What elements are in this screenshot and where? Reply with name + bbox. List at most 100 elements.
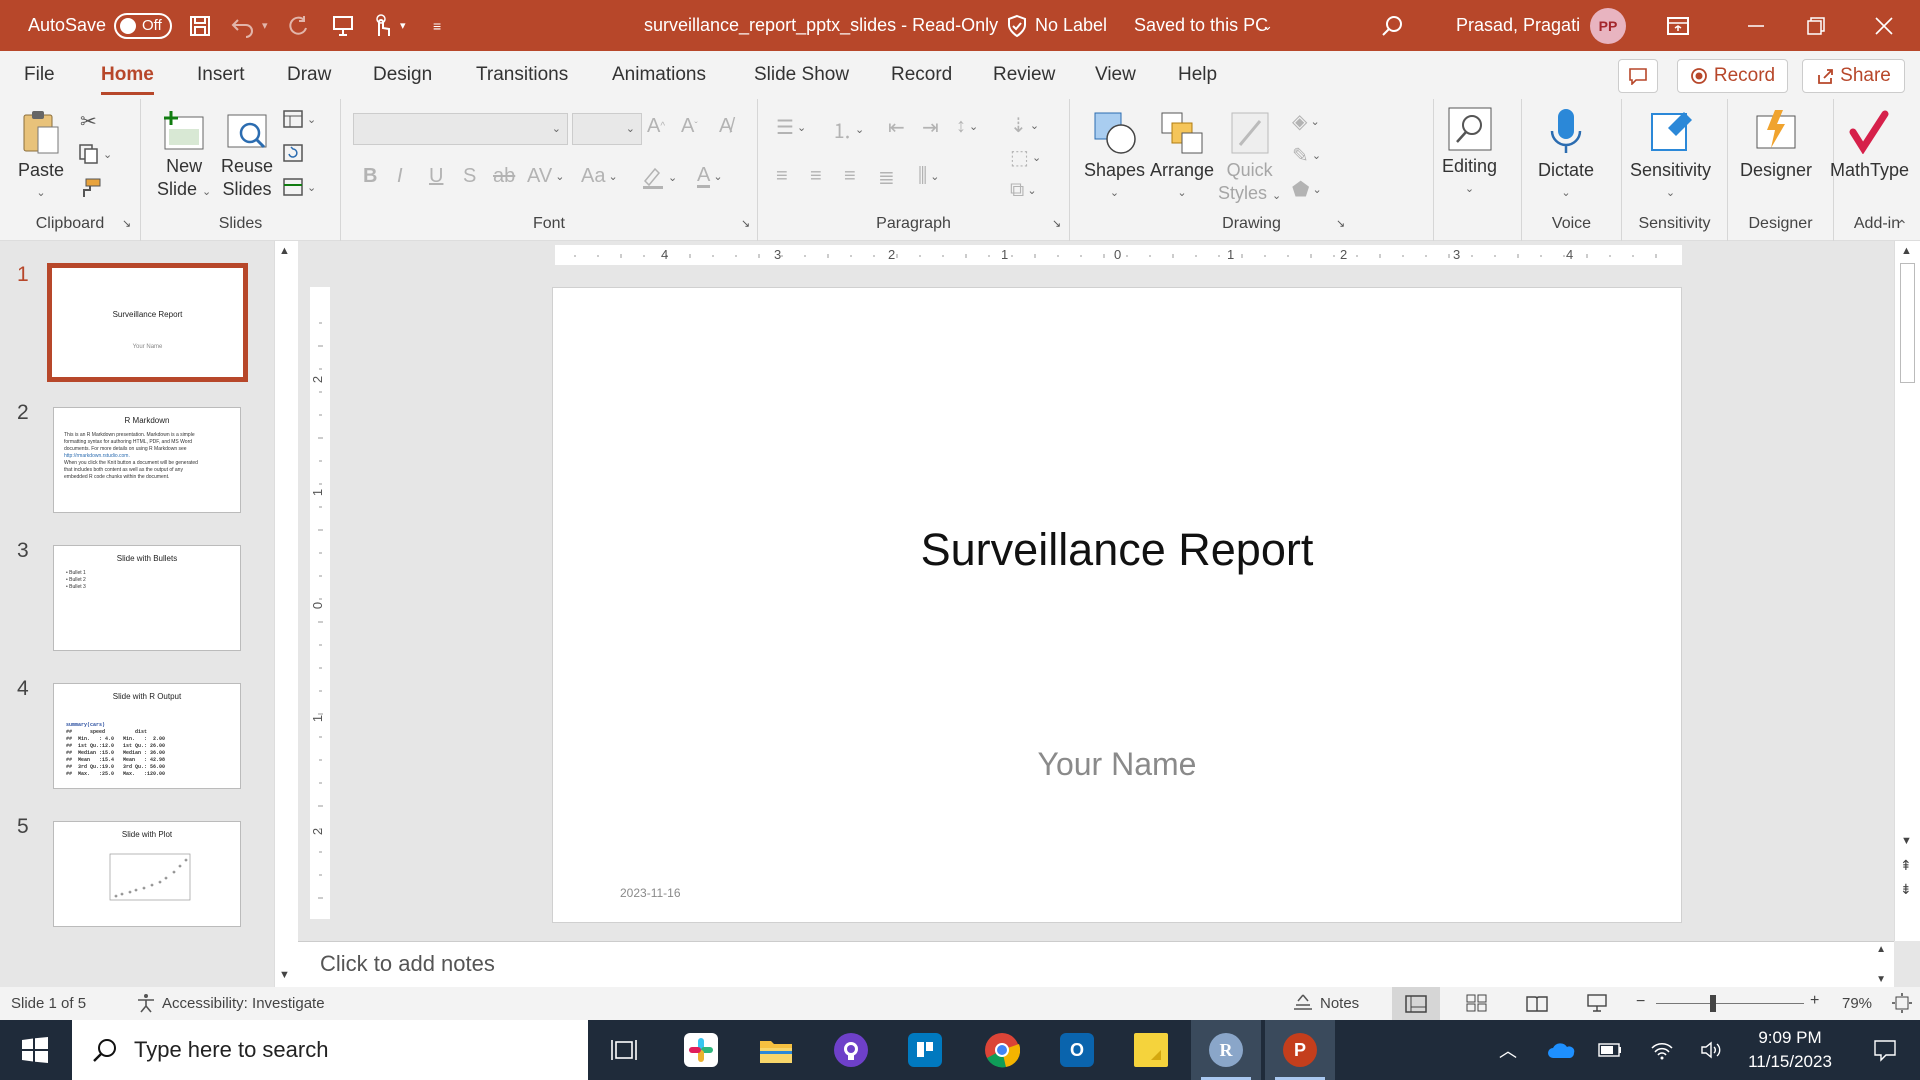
file-explorer-icon[interactable]: [741, 1020, 811, 1080]
slide-show-icon[interactable]: [1586, 994, 1608, 1016]
columns-icon[interactable]: ⫼ ⌄: [918, 165, 939, 188]
zoom-out-icon[interactable]: −: [1636, 993, 1645, 1011]
slide-thumbnail-2[interactable]: R Markdown This is an R Markdown present…: [53, 407, 241, 513]
increase-font-icon[interactable]: A ^: [647, 115, 665, 138]
new-slide-button[interactable]: New Slide ⌄: [157, 107, 211, 204]
save-icon[interactable]: [188, 0, 212, 51]
restore-icon[interactable]: [1806, 0, 1826, 51]
change-case-icon[interactable]: Aa ⌄: [581, 165, 618, 188]
underline-icon[interactable]: U: [429, 165, 443, 188]
slide-title[interactable]: Surveillance Report: [553, 524, 1681, 576]
scroll-up-icon[interactable]: ▲: [1901, 245, 1912, 257]
bullets-icon[interactable]: ☰ ⌄: [776, 115, 806, 140]
tab-record[interactable]: Record: [891, 51, 952, 99]
normal-view-icon[interactable]: [1392, 987, 1440, 1020]
autosave-toggle[interactable]: Off: [114, 12, 172, 39]
onedrive-icon[interactable]: [1540, 1020, 1582, 1080]
slide-thumbnail-5[interactable]: Slide with Plot: [53, 821, 241, 927]
scroll-down-icon[interactable]: ▼: [279, 969, 290, 981]
layout-icon[interactable]: ⌄: [282, 109, 316, 129]
task-view-icon[interactable]: [589, 1020, 659, 1080]
present-icon[interactable]: [331, 0, 355, 51]
tab-design[interactable]: Design: [373, 51, 432, 99]
font-color-icon[interactable]: A ⌄: [697, 165, 723, 188]
accessibility-icon[interactable]: [136, 993, 156, 1017]
sticky-notes-icon[interactable]: [1116, 1020, 1186, 1080]
highlight-icon[interactable]: ⌄: [641, 165, 677, 189]
italic-icon[interactable]: I: [397, 165, 403, 188]
search-icon[interactable]: [1380, 0, 1404, 51]
smartart-icon[interactable]: ⧉ ⌄: [1010, 179, 1037, 202]
tab-file[interactable]: File: [24, 51, 55, 99]
slide-date[interactable]: 2023-11-16: [620, 886, 681, 900]
tab-animations[interactable]: Animations: [612, 51, 706, 99]
dialog-launcher-icon[interactable]: ↘: [1336, 217, 1345, 230]
mathtype-button[interactable]: MathType: [1830, 103, 1909, 182]
slide-thumbnail-1[interactable]: Surveillance Report Your Name: [47, 263, 248, 382]
tab-home[interactable]: Home: [101, 51, 154, 99]
tab-help[interactable]: Help: [1178, 51, 1217, 99]
cut-icon[interactable]: ✂: [80, 109, 97, 134]
slide-subtitle[interactable]: Your Name: [553, 746, 1681, 783]
chevron-down-icon[interactable]: ⌄: [1262, 0, 1273, 51]
redo-icon[interactable]: [286, 0, 310, 51]
battery-icon[interactable]: [1590, 1020, 1630, 1080]
dialog-launcher-icon[interactable]: ↘: [1052, 217, 1061, 230]
wifi-icon[interactable]: [1642, 1020, 1682, 1080]
scroll-up-icon[interactable]: ▲: [1876, 944, 1886, 955]
format-painter-icon[interactable]: [78, 177, 102, 199]
undo-icon[interactable]: [230, 0, 256, 51]
zoom-in-icon[interactable]: +: [1810, 992, 1819, 1010]
shape-fill-icon[interactable]: ◈ ⌄: [1292, 109, 1320, 134]
tab-transitions[interactable]: Transitions: [476, 51, 568, 99]
slide-thumbnail-4[interactable]: Slide with R Output summary(cars) ## spee…: [53, 683, 241, 789]
character-spacing-icon[interactable]: AV ⌄: [527, 165, 564, 188]
designer-button[interactable]: Designer: [1740, 103, 1812, 182]
previous-slide-icon[interactable]: ⇞: [1900, 858, 1912, 872]
numbering-icon[interactable]: ⒈ ⌄: [832, 115, 864, 144]
slide-sorter-icon[interactable]: [1466, 994, 1488, 1016]
reset-icon[interactable]: [282, 143, 304, 163]
reuse-slides-button[interactable]: Reuse Slides: [221, 107, 273, 201]
slack-icon[interactable]: [666, 1020, 736, 1080]
close-icon[interactable]: [1874, 0, 1894, 51]
zoom-level[interactable]: 79%: [1842, 995, 1872, 1012]
align-left-icon[interactable]: ≡: [776, 165, 788, 188]
windows-start-icon[interactable]: [0, 1020, 70, 1080]
increase-indent-icon[interactable]: ⇥: [922, 115, 939, 140]
volume-icon[interactable]: [1692, 1020, 1732, 1080]
chrome-icon[interactable]: [967, 1020, 1037, 1080]
chevron-up-icon[interactable]: ︿: [1486, 1020, 1530, 1080]
accessibility-status[interactable]: Accessibility: Investigate: [162, 995, 325, 1012]
text-direction-icon[interactable]: ⇣ ⌄: [1010, 113, 1039, 138]
shape-effects-icon[interactable]: ⬟ ⌄: [1292, 177, 1322, 202]
undo-dropdown-icon[interactable]: ▾: [262, 0, 268, 51]
slide-scrollbar[interactable]: ▲ ▼ ⇞ ⇟: [1894, 241, 1920, 941]
share-button[interactable]: Share: [1802, 59, 1905, 93]
sensitivity-label[interactable]: No Label: [1035, 0, 1107, 51]
paste-button[interactable]: Paste ⌄: [18, 107, 64, 205]
strikethrough-icon[interactable]: ab: [493, 165, 515, 188]
font-size-dropdown[interactable]: ⌄: [572, 113, 642, 145]
ribbon-display-icon[interactable]: [1666, 0, 1690, 51]
thumbnail-scrollbar[interactable]: ▲ ▼: [274, 241, 298, 987]
slide-canvas[interactable]: Surveillance Report Your Name 2023-11-16: [552, 287, 1682, 923]
shadow-icon[interactable]: S: [463, 165, 476, 188]
sensitivity-button[interactable]: Sensitivity ⌄: [1630, 103, 1711, 205]
editing-button[interactable]: Editing ⌄: [1442, 103, 1497, 201]
shapes-button[interactable]: Shapes ⌄: [1084, 107, 1145, 205]
clear-formatting-icon[interactable]: A̸: [719, 115, 732, 138]
touch-dropdown-icon[interactable]: ▾: [400, 0, 406, 51]
fit-to-window-icon[interactable]: [1892, 993, 1912, 1017]
touch-mode-icon[interactable]: [372, 0, 394, 51]
tab-view[interactable]: View: [1095, 51, 1136, 99]
comments-button[interactable]: [1618, 59, 1658, 93]
slide-thumbnail-3[interactable]: Slide with Bullets • Bullet 1 • Bullet 2 •…: [53, 545, 241, 651]
arrange-button[interactable]: Arrange ⌄: [1150, 107, 1214, 205]
section-icon[interactable]: ⌄: [282, 177, 316, 197]
scroll-up-icon[interactable]: ▲: [279, 245, 290, 257]
tab-insert[interactable]: Insert: [197, 51, 245, 99]
record-button[interactable]: Record: [1677, 59, 1788, 93]
align-right-icon[interactable]: ≡: [844, 165, 856, 188]
notes-pane[interactable]: Click to add notes ▲ ▼: [298, 941, 1894, 987]
